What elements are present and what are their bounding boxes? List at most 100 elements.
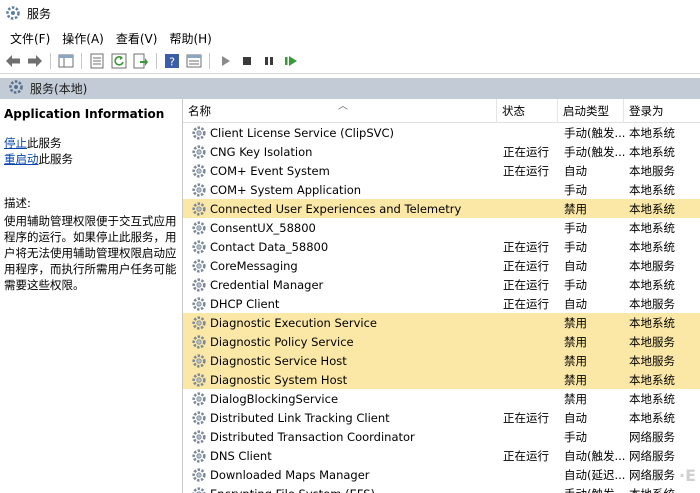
service-logon-as: 本地系统 (629, 484, 699, 493)
service-name-cell: Contact Data_58800 (191, 237, 501, 256)
service-name: COM+ System Application (210, 182, 362, 197)
service-name-cell: Distributed Transaction Coordinator (191, 427, 501, 446)
service-logon-as: 本地系统 (629, 144, 675, 159)
service-status (503, 180, 561, 199)
service-name: Encrypting File System (EFS) (210, 487, 375, 493)
service-status (503, 484, 561, 493)
service-startup-type: 禁用 (564, 353, 587, 368)
properties-icon[interactable] (88, 52, 106, 70)
toolbar: ? (0, 48, 700, 74)
table-row[interactable]: Encrypting File System (EFS) 手动(触发... 本地… (183, 484, 700, 493)
menu-help[interactable]: 帮助(H) (163, 30, 217, 47)
service-startup-type: 自动 (564, 258, 587, 273)
service-name: Connected User Experiences and Telemetry (210, 201, 462, 216)
service-startup-type: 禁用 (564, 372, 587, 387)
table-row[interactable]: Diagnostic Service Host 禁用 本地服务 (183, 351, 700, 370)
service-name: Distributed Link Tracking Client (210, 410, 390, 425)
table-row[interactable]: Connected User Experiences and Telemetry… (183, 199, 700, 218)
service-name: CNG Key Isolation (210, 144, 313, 159)
service-startup-type: 手动 (564, 277, 587, 292)
extended-description-pane: Application Information 停止此服务 重启动此服务 描述:… (0, 99, 182, 493)
service-startup-type: 手动(触发... (564, 144, 626, 159)
details-view-icon[interactable] (185, 52, 203, 70)
service-logon-as: 本地系统 (629, 125, 675, 140)
table-row[interactable]: Diagnostic System Host 禁用 本地系统 (183, 370, 700, 389)
service-status (503, 351, 561, 370)
services-rows: Client License Service (ClipSVC) 手动(触发..… (183, 123, 700, 493)
table-row[interactable]: COM+ Event System 正在运行 自动 本地服务 (183, 161, 700, 180)
table-row[interactable]: Distributed Link Tracking Client 正在运行 自动… (183, 408, 700, 427)
window-title: 服务 (27, 6, 52, 21)
table-row[interactable]: COM+ System Application 手动 本地系统 (183, 180, 700, 199)
service-name-cell: Connected User Experiences and Telemetry (191, 199, 501, 218)
service-startup-type: 手动(触发... (564, 484, 627, 493)
service-description: 使用辅助管理权限便于交互式应用程序的运行。如果停止此服务，用户将无法使用辅助管理… (4, 214, 177, 292)
service-startup-type: 禁用 (564, 201, 587, 216)
table-row[interactable]: Diagnostic Policy Service 禁用 本地服务 (183, 332, 700, 351)
table-row[interactable]: Diagnostic Execution Service 禁用 本地系统 (183, 313, 700, 332)
service-startup-type: 手动 (564, 182, 587, 197)
service-name: Diagnostic System Host (210, 372, 348, 387)
restart-service-link[interactable]: 重启动 (4, 152, 39, 166)
service-name: DHCP Client (210, 296, 280, 311)
table-row[interactable]: Credential Manager 正在运行 手动 本地系统 (183, 275, 700, 294)
service-status: 正在运行 (503, 239, 549, 254)
resume-icon[interactable] (282, 52, 300, 70)
forward-arrow-icon[interactable] (26, 52, 44, 70)
table-row[interactable]: Distributed Transaction Coordinator 手动 网… (183, 427, 700, 446)
service-name: COM+ Event System (210, 163, 330, 178)
stop-service-suffix: 此服务 (27, 136, 62, 150)
gear-icon (191, 353, 207, 369)
table-row[interactable]: Client License Service (ClipSVC) 手动(触发..… (183, 123, 700, 142)
menu-file[interactable]: 文件(F) (4, 30, 56, 47)
column-header-logon[interactable]: 登录为 (624, 99, 700, 123)
gear-icon (191, 182, 207, 198)
toolbar-separator (156, 52, 157, 69)
table-row[interactable]: DHCP Client 正在运行 自动 本地服务 (183, 294, 700, 313)
table-row[interactable]: CoreMessaging 正在运行 自动 本地服务 (183, 256, 700, 275)
menu-view[interactable]: 查看(V) (110, 30, 164, 47)
service-name-cell: Credential Manager (191, 275, 501, 294)
pause-icon[interactable] (260, 52, 278, 70)
service-name-cell: COM+ Event System (191, 161, 501, 180)
services-app-icon (5, 5, 21, 21)
service-name: Distributed Transaction Coordinator (210, 429, 415, 444)
table-row[interactable]: DNS Client 正在运行 自动(触发... 网络服务 (183, 446, 700, 465)
table-row[interactable]: Downloaded Maps Manager 自动(延迟... 网络服务 (183, 465, 700, 484)
export-list-icon[interactable] (132, 52, 150, 70)
service-status: 正在运行 (503, 163, 549, 178)
gear-icon (191, 125, 207, 141)
column-header-startup-type[interactable]: 启动类型 (558, 99, 624, 123)
service-status (503, 123, 561, 142)
table-row[interactable]: Contact Data_58800 正在运行 手动 本地系统 (183, 237, 700, 256)
gear-icon (191, 258, 207, 274)
service-startup-type: 禁用 (564, 315, 587, 330)
play-icon[interactable] (216, 52, 234, 70)
service-name-cell: DNS Client (191, 446, 501, 465)
service-status (503, 427, 561, 446)
column-header-name[interactable]: 名称 (183, 99, 497, 123)
menu-action[interactable]: 操作(A) (56, 30, 110, 47)
service-logon-as: 本地系统 (629, 239, 675, 254)
gear-icon (191, 391, 207, 407)
table-row[interactable]: DialogBlockingService 禁用 本地系统 (183, 389, 700, 408)
back-arrow-icon[interactable] (4, 52, 22, 70)
table-row[interactable]: ConsentUX_58800 手动 本地系统 (183, 218, 700, 237)
service-name-cell: Downloaded Maps Manager (191, 465, 501, 484)
table-row[interactable]: CNG Key Isolation 正在运行 手动(触发... 本地系统 (183, 142, 700, 161)
service-logon-as: 网络服务 (629, 448, 675, 463)
column-header-status[interactable]: 状态 (497, 99, 558, 123)
stop-service-link[interactable]: 停止 (4, 136, 27, 150)
service-status (503, 218, 561, 237)
service-logon-as: 本地系统 (629, 391, 675, 406)
refresh-icon[interactable] (110, 52, 128, 70)
service-startup-type: 自动(触发... (564, 448, 626, 463)
console-tree-icon[interactable] (57, 52, 75, 70)
help-icon[interactable]: ? (163, 52, 181, 70)
service-status: 正在运行 (503, 410, 549, 425)
service-name-cell: Distributed Link Tracking Client (191, 408, 501, 427)
service-startup-type: 手动 (564, 239, 587, 254)
services-list-pane: ︿ 名称 状态 启动类型 登录为 Client License Service … (182, 99, 700, 493)
restart-action-line: 重启动此服务 (4, 151, 178, 167)
stop-icon[interactable] (238, 52, 256, 70)
